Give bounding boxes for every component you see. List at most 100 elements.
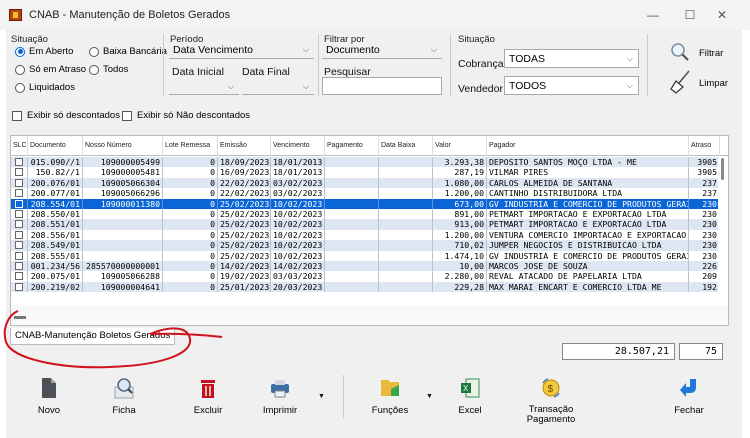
imprimir-button[interactable]: Imprimir bbox=[250, 367, 310, 427]
transacao-pagamento-button[interactable]: $ Transação Pagamento bbox=[519, 367, 583, 427]
table-cell bbox=[325, 157, 379, 168]
column-header[interactable]: Valor bbox=[433, 136, 487, 156]
column-header[interactable]: SLC bbox=[11, 136, 28, 156]
table-row[interactable]: 208.556/01 0 25/02/2023 10/02/2023 1.200,00 V… bbox=[11, 229, 728, 241]
periodo-type-select[interactable]: Data Vencimento ⌵ bbox=[169, 42, 314, 59]
row-select-cell bbox=[11, 281, 28, 293]
table-cell bbox=[325, 229, 379, 241]
table-row[interactable]: 200.219/02 109000004641 0 25/01/2023 20/03/2… bbox=[11, 281, 728, 293]
cobranca-select[interactable]: TODAS ⌵ bbox=[504, 49, 639, 68]
close-button[interactable]: ✕ bbox=[708, 5, 736, 25]
table-cell bbox=[83, 250, 163, 261]
radio-baixa-bancaria[interactable]: Baixa Bancária bbox=[89, 46, 167, 57]
table-cell: MARCOS JOSE DE SOUZA bbox=[487, 261, 689, 272]
trash-icon bbox=[201, 380, 215, 398]
scroll-thumb[interactable] bbox=[721, 158, 724, 180]
table-row[interactable]: 208.549/01 0 25/02/2023 10/02/2023 710,02 JUM… bbox=[11, 240, 728, 251]
column-header[interactable]: Data Baixa bbox=[379, 136, 433, 156]
filtrar-button[interactable]: Filtrar bbox=[670, 42, 740, 64]
checkbox-icon bbox=[122, 110, 132, 121]
chevron-down-icon: ⌵ bbox=[626, 80, 633, 90]
table-cell: 3905 bbox=[689, 157, 720, 168]
excel-button[interactable]: X Excel bbox=[440, 367, 500, 427]
funcoes-button[interactable]: Funções bbox=[360, 367, 420, 427]
table-row[interactable]: 200.077/01 109005066296 0 22/02/2023 03/02/2… bbox=[11, 188, 728, 199]
checkbox-icon[interactable] bbox=[15, 210, 23, 218]
table-cell: 285570000000001 bbox=[83, 261, 163, 272]
limpar-button[interactable]: Limpar bbox=[670, 70, 740, 96]
table-row[interactable]: 150.82//1 109000005481 0 16/09/2023 18/01/20… bbox=[11, 167, 728, 178]
radio-em-aberto[interactable]: Em Aberto bbox=[15, 46, 73, 57]
funcoes-dropdown-icon[interactable]: ▼ bbox=[426, 393, 433, 400]
table-cell: 25/02/2023 bbox=[220, 198, 271, 209]
column-header[interactable]: Documento bbox=[28, 136, 83, 156]
table-cell: 230 bbox=[689, 219, 720, 230]
table-row[interactable]: 200.075/01 109005066288 0 19/02/2023 03/03/2… bbox=[11, 271, 728, 282]
checkbox-icon[interactable] bbox=[15, 199, 23, 208]
table-row[interactable]: 208.551/01 0 25/02/2023 10/02/2023 913,00 PET… bbox=[11, 219, 728, 230]
column-header[interactable]: Emissão bbox=[218, 136, 271, 156]
checkbox-icon[interactable] bbox=[15, 230, 23, 239]
vertical-scrollbar[interactable] bbox=[718, 156, 728, 306]
filtrar-por-select[interactable]: Documento ⌵ bbox=[322, 42, 442, 59]
table-row[interactable]: 208.555/01 0 25/02/2023 10/02/2023 1.474,10 G… bbox=[11, 250, 728, 261]
table-row[interactable]: 208.554/01 109000011380 0 25/02/2023 10/02/2… bbox=[11, 198, 728, 209]
checkbox-icon[interactable] bbox=[15, 178, 23, 187]
table-row[interactable]: 200.076/01 109005066304 0 22/02/2023 03/02/2… bbox=[11, 177, 728, 189]
table-row[interactable]: 001.234/56 285570000000001 0 14/02/2023 14/0… bbox=[11, 261, 728, 272]
novo-button[interactable]: Novo bbox=[19, 367, 79, 427]
checkbox-icon[interactable] bbox=[15, 282, 23, 291]
funcoes-label: Funções bbox=[371, 405, 409, 416]
excluir-button[interactable]: Excluir bbox=[178, 367, 238, 427]
data-final-picker[interactable]: ⌵ bbox=[242, 79, 314, 95]
table-row[interactable]: 015.090//1 109000005499 0 18/09/2023 18/01/2… bbox=[11, 157, 728, 168]
table-cell bbox=[325, 209, 379, 220]
table-cell: 3.293,38 bbox=[433, 157, 487, 168]
scroll-thumb[interactable] bbox=[14, 316, 26, 319]
imprimir-dropdown-icon[interactable]: ▼ bbox=[318, 393, 325, 400]
minimize-button[interactable]: — bbox=[639, 5, 667, 25]
table-cell: 18/01/2013 bbox=[271, 167, 325, 178]
checkbox-icon[interactable] bbox=[15, 251, 23, 260]
radio-so-em-atraso[interactable]: Só em Atraso bbox=[15, 64, 86, 75]
checkbox-icon[interactable] bbox=[15, 220, 23, 229]
column-header[interactable]: Pagador bbox=[487, 136, 689, 156]
table-cell bbox=[379, 157, 433, 168]
boletos-grid[interactable]: SLC Documento Nosso Número Lote Remessa Emis… bbox=[10, 135, 729, 326]
bottom-toolbar: Novo Ficha Excluir Imprimir ▼ Funções ▼ bbox=[6, 367, 742, 438]
table-cell: 1.474,10 bbox=[433, 250, 487, 261]
data-inicial-picker[interactable]: ⌵ bbox=[169, 79, 239, 95]
radio-liquidados[interactable]: Liquidados bbox=[15, 82, 75, 93]
table-row[interactable]: 208.550/01 0 25/02/2023 10/02/2023 891,00 PET… bbox=[11, 209, 728, 220]
checkbox-icon[interactable] bbox=[15, 241, 23, 250]
radio-todos[interactable]: Todos bbox=[89, 64, 128, 75]
vendedor-select[interactable]: TODOS ⌵ bbox=[504, 76, 639, 95]
column-header[interactable]: Atraso bbox=[689, 136, 720, 156]
exibir-nao-descontados-checkbox[interactable]: Exibir só Não descontados bbox=[122, 110, 250, 121]
horizontal-scrollbar[interactable] bbox=[11, 305, 728, 325]
total-count: 75 bbox=[679, 343, 723, 360]
tab-cnab-manutencao[interactable]: CNAB-Manutenção Boletos Gerados bbox=[10, 328, 176, 345]
checkbox-icon[interactable] bbox=[15, 272, 23, 281]
column-header[interactable]: Nosso Número bbox=[83, 136, 163, 156]
checkbox-icon[interactable] bbox=[15, 262, 23, 270]
exibir-descontados-checkbox[interactable]: Exibir só descontados bbox=[12, 110, 120, 121]
excluir-label: Excluir bbox=[193, 405, 223, 416]
checkbox-icon[interactable] bbox=[15, 168, 23, 177]
ficha-button[interactable]: Ficha bbox=[94, 367, 154, 427]
payment-coin-icon: $ bbox=[542, 378, 560, 398]
table-cell: GV INDUSTRIA E COMERCIO DE PRODUTOS GERA… bbox=[489, 198, 689, 209]
checkbox-icon[interactable] bbox=[15, 189, 23, 198]
column-header[interactable]: Lote Remessa bbox=[163, 136, 218, 156]
table-cell bbox=[379, 261, 433, 272]
column-header[interactable]: Vencimento bbox=[271, 136, 325, 156]
checkbox-icon[interactable] bbox=[15, 158, 23, 166]
maximize-button[interactable]: ☐ bbox=[676, 5, 704, 25]
column-header[interactable]: Pagamento bbox=[325, 136, 379, 156]
table-cell bbox=[379, 271, 433, 282]
table-cell: 230 bbox=[689, 250, 720, 261]
grid-header: SLC Documento Nosso Número Lote Remessa Emis… bbox=[11, 136, 728, 156]
fechar-button[interactable]: Fechar bbox=[659, 367, 719, 427]
pesquisar-input[interactable] bbox=[322, 77, 442, 95]
table-cell bbox=[379, 188, 433, 199]
